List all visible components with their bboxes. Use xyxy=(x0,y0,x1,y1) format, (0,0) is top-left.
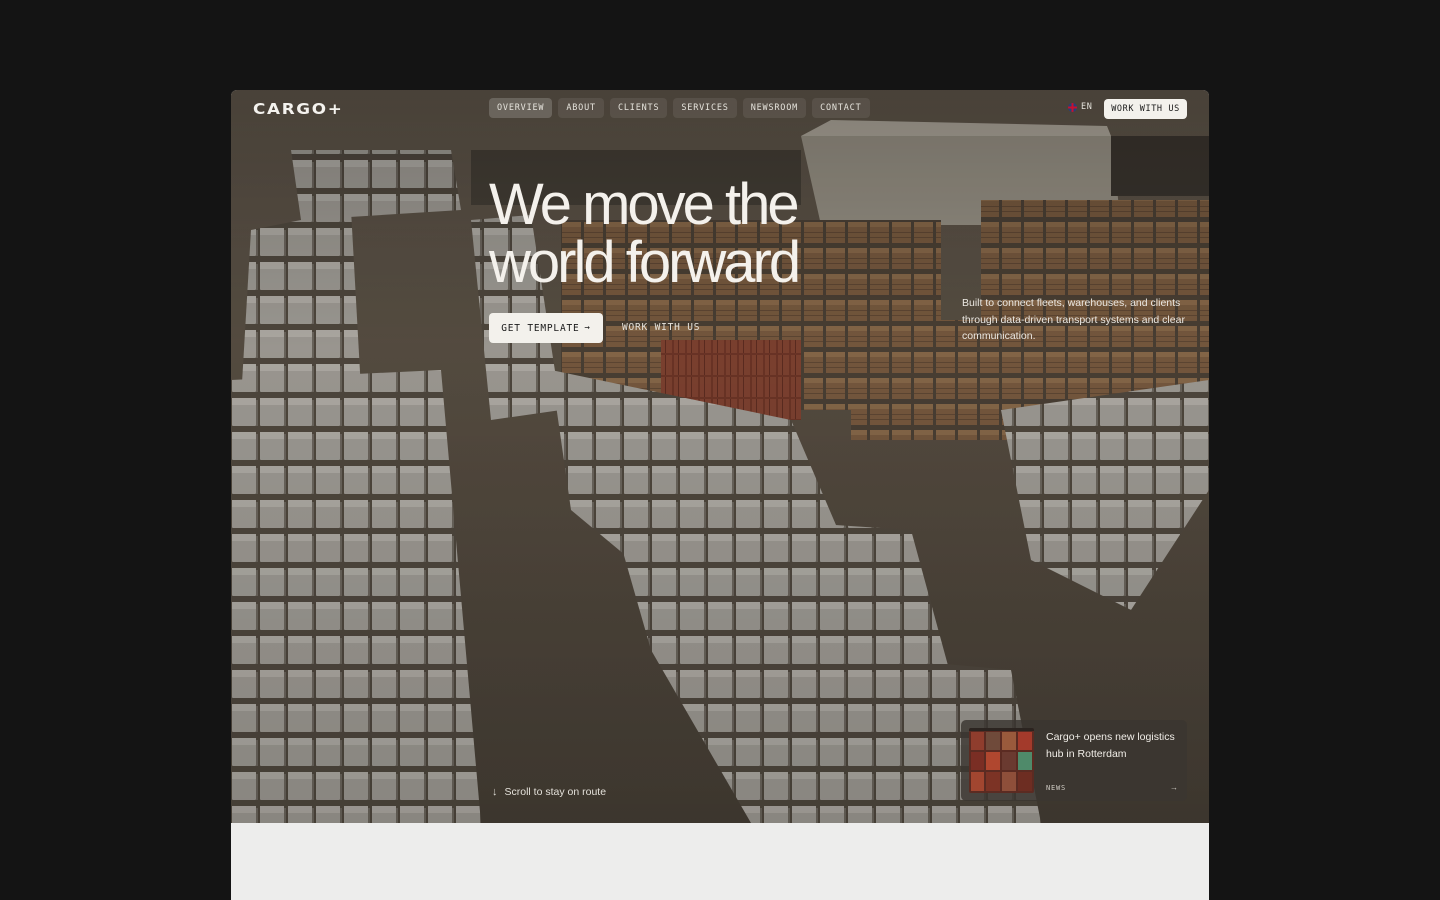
news-title: Cargo+ opens new logistics hub in Rotter… xyxy=(1046,731,1175,760)
hero-headline-line-1: We move the xyxy=(489,172,800,237)
language-switcher[interactable]: EN xyxy=(1068,102,1092,112)
language-label: EN xyxy=(1081,102,1093,112)
hero-description: Built to connect fleets, warehouses, and… xyxy=(962,297,1185,342)
nav-item-clients[interactable]: CLIENTS xyxy=(609,98,668,118)
below-fold-section xyxy=(231,823,1209,900)
news-tag: NEWS xyxy=(1046,784,1067,792)
nav-item-newsroom[interactable]: NEWSROOM xyxy=(742,98,807,118)
nav-item-about[interactable]: ABOUT xyxy=(558,98,604,118)
uk-flag-icon xyxy=(1068,102,1077,112)
news-thumbnail-image xyxy=(969,728,1034,793)
nav-item-contact[interactable]: CONTACT xyxy=(812,98,870,118)
hero-headline: We move the world forward xyxy=(489,176,909,292)
news-card[interactable]: Cargo+ opens new logistics hub in Rotter… xyxy=(961,720,1187,801)
hero-section: CARGO+ OVERVIEW ABOUT CLIENTS SERVICES N… xyxy=(231,90,1209,823)
main-nav: OVERVIEW ABOUT CLIENTS SERVICES NEWSROOM… xyxy=(489,98,870,118)
browser-frame: CARGO+ OVERVIEW ABOUT CLIENTS SERVICES N… xyxy=(231,90,1209,900)
hero-headline-line-2: world forward xyxy=(489,230,801,295)
work-with-us-link[interactable]: WORK WITH US xyxy=(622,313,700,343)
nav-item-services[interactable]: SERVICES xyxy=(673,98,737,118)
get-template-label: GET TEMPLATE xyxy=(501,322,580,334)
scroll-hint[interactable]: ↓ Scroll to stay on route xyxy=(492,786,606,798)
get-template-button[interactable]: GET TEMPLATE → xyxy=(489,313,603,343)
nav-item-overview[interactable]: OVERVIEW xyxy=(489,98,553,118)
arrow-right-icon: → xyxy=(1170,783,1178,792)
header-work-with-us-button[interactable]: WORK WITH US xyxy=(1104,99,1187,119)
arrow-right-icon: → xyxy=(584,323,591,333)
scroll-hint-label: Scroll to stay on route xyxy=(504,786,607,798)
arrow-down-icon: ↓ xyxy=(492,786,498,798)
brand-logo[interactable]: CARGO+ xyxy=(253,100,344,118)
